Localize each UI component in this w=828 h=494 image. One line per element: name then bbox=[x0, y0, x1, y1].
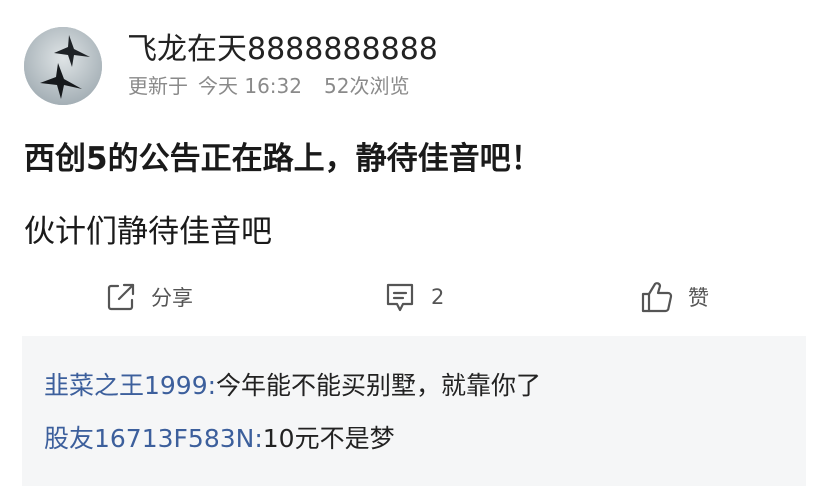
comment-item[interactable]: 股友16713F583N:10元不是梦 bbox=[44, 423, 395, 455]
thumbs-up-icon bbox=[641, 282, 673, 313]
action-bar: 分享 2 赞 bbox=[0, 277, 828, 317]
comment-item[interactable]: 韭菜之王1999:今年能不能买别墅，就靠你了 bbox=[44, 370, 541, 402]
avatar[interactable] bbox=[24, 27, 102, 105]
view-count: 52次浏览 bbox=[324, 74, 410, 98]
share-icon bbox=[107, 283, 135, 311]
comment-icon bbox=[386, 283, 414, 312]
share-label: 分享 bbox=[151, 286, 193, 310]
post-body: 伙计们静待佳音吧 bbox=[24, 214, 272, 250]
updated-time: 今天 16:32 bbox=[198, 74, 302, 98]
updated-label: 更新于 bbox=[128, 74, 188, 98]
comment-text: 10元不是梦 bbox=[262, 424, 395, 453]
comment-button[interactable]: 2 bbox=[383, 277, 444, 317]
comment-list: 韭菜之王1999:今年能不能买别墅，就靠你了 股友16713F583N:10元不… bbox=[22, 336, 806, 486]
like-label: 赞 bbox=[688, 286, 709, 310]
stealth-jet-avatar-icon bbox=[24, 27, 102, 105]
author-name[interactable]: 飞龙在天8888888888 bbox=[127, 31, 438, 69]
post-title: 西创5的公告正在路上，静待佳音吧！ bbox=[24, 141, 542, 177]
comment-author[interactable]: 股友16713F583N: bbox=[44, 424, 263, 453]
comment-author[interactable]: 韭菜之王1999: bbox=[44, 371, 216, 400]
comment-count: 2 bbox=[431, 285, 445, 309]
share-button[interactable]: 分享 bbox=[105, 277, 193, 317]
post-meta: 更新于 今天 16:32 52次浏览 bbox=[128, 74, 409, 98]
like-button[interactable]: 赞 bbox=[640, 277, 709, 317]
comment-text: 今年能不能买别墅，就靠你了 bbox=[216, 371, 542, 400]
